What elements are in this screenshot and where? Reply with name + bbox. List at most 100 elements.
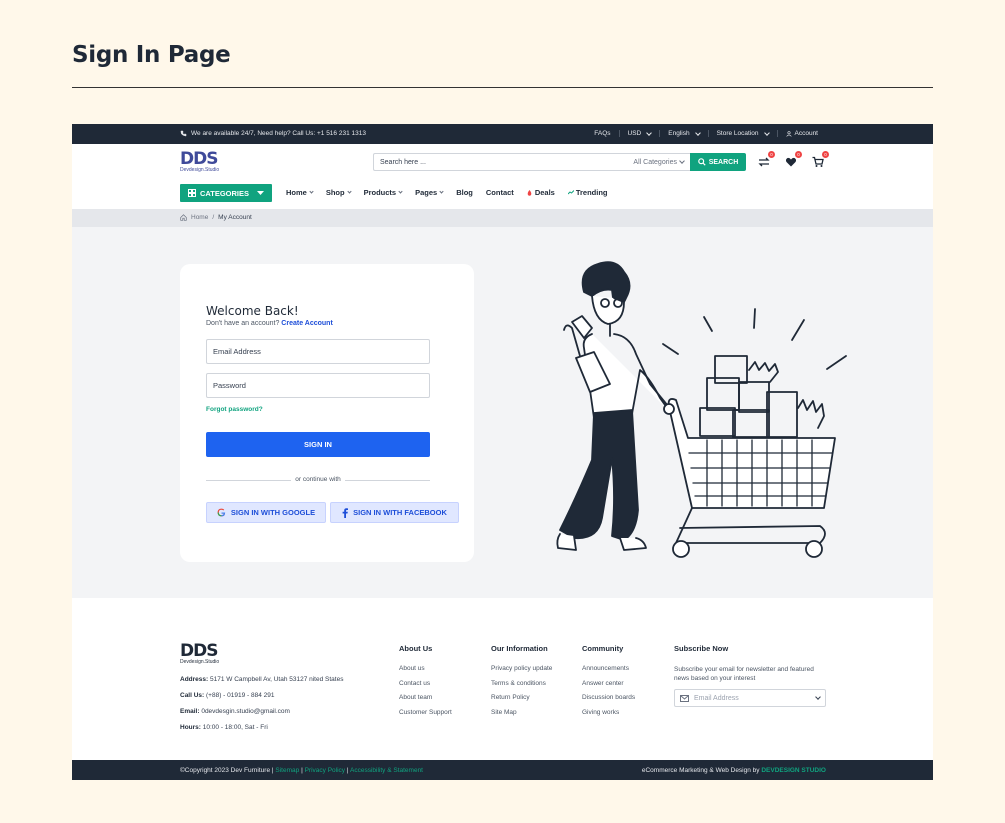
google-icon [217, 508, 226, 517]
credit-text: eCommerce Marketing & Web Design by [641, 767, 760, 774]
footer-email: Email: 0devdesgin.studio@gmail.com [180, 708, 290, 715]
footer-link[interactable]: About team [399, 694, 452, 701]
category-select[interactable]: All Categories [633, 158, 685, 166]
home-icon [180, 214, 187, 221]
footer-column-information: Our Information Privacy policy update Te… [491, 644, 553, 716]
chevron-down-icon [763, 129, 770, 136]
shopping-cart-illustration [556, 261, 847, 558]
nav-products[interactable]: Products [364, 188, 403, 197]
forgot-password-link[interactable]: Forgot password? [206, 406, 263, 413]
nav-home[interactable]: Home [286, 188, 314, 197]
footer-link[interactable]: Customer Support [399, 709, 452, 716]
copyright: ©Copyright 2023 Dev Furniture [180, 767, 271, 774]
nav-shop[interactable]: Shop [326, 188, 352, 197]
email-field[interactable] [206, 339, 430, 364]
sitemap-link[interactable]: Sitemap [275, 767, 299, 774]
privacy-policy-link[interactable]: Privacy Policy [305, 767, 345, 774]
logo[interactable]: DDS Devdesign.Studio [180, 151, 219, 174]
mail-icon [680, 694, 689, 702]
footer-address: Address: 5171 W Campbell Av, Utah 53127 … [180, 676, 344, 683]
footer-link[interactable]: Answer center [582, 680, 635, 687]
wishlist-button[interactable]: 0 [785, 151, 802, 167]
google-sign-in-button[interactable]: SIGN IN WITH GOOGLE [206, 502, 326, 523]
contact-text: We are available 24/7, Need help? Call U… [191, 130, 366, 137]
footer-link[interactable]: About us [399, 665, 452, 672]
nav-blog[interactable]: Blog [456, 188, 473, 197]
account-link[interactable]: Account [776, 130, 827, 137]
chevron-down-icon[interactable] [815, 694, 821, 700]
site-frame: We are available 24/7, Need help? Call U… [72, 124, 933, 780]
chevron-down-icon [646, 129, 653, 136]
wishlist-badge: 0 [795, 151, 802, 158]
faqs-link[interactable]: FAQs [586, 130, 618, 137]
sign-in-button[interactable]: SIGN IN [206, 432, 430, 457]
chevron-down-icon [679, 158, 685, 164]
accessibility-link[interactable]: Accessibility & Statement [350, 767, 423, 774]
top-bar: We are available 24/7, Need help? Call U… [72, 124, 933, 144]
compare-icon [758, 157, 770, 167]
cart-badge: 0 [822, 151, 829, 158]
chevron-down-icon [439, 189, 444, 194]
footer-link[interactable]: Site Map [491, 709, 552, 716]
store-location-select[interactable]: Store Location [707, 129, 777, 137]
categories-button[interactable]: CATEGORIES [180, 184, 272, 202]
user-icon [785, 130, 792, 137]
bottom-bar: ©Copyright 2023 Dev Furniture | Sitemap … [72, 760, 933, 780]
create-account-link[interactable]: Create Account [281, 320, 332, 327]
footer-link[interactable]: Terms & conditions [491, 680, 552, 687]
compare-button[interactable]: 0 [758, 151, 775, 167]
facebook-sign-in-button[interactable]: SIGN IN WITH FACEBOOK [330, 502, 459, 523]
footer-column-about: About Us About us Contact us About team … [399, 644, 452, 716]
chevron-down-icon [309, 189, 314, 194]
footer-link[interactable]: Announcements [582, 665, 635, 672]
search-bar: Search here ... All Categories SEARCH [373, 153, 746, 171]
heart-icon [785, 157, 797, 167]
search-input[interactable]: Search here ... [380, 159, 426, 166]
breadcrumb-home[interactable]: Home [191, 214, 208, 221]
search-icon [697, 158, 706, 166]
main-content: Welcome Back! Don't have an account? Cre… [72, 227, 933, 711]
footer-link[interactable]: Contact us [399, 680, 452, 687]
footer-phone: Call Us: (+88) - 01919 - 884 291 [180, 692, 275, 699]
no-account-text: Don't have an account? [206, 320, 280, 327]
footer-link[interactable]: Privacy policy update [491, 665, 552, 672]
trend-icon [567, 190, 574, 195]
language-select[interactable]: English [659, 129, 707, 137]
nav-contact[interactable]: Contact [486, 188, 514, 197]
facebook-icon [342, 507, 349, 518]
subscribe-email-input[interactable]: Email Address [674, 689, 826, 707]
main-nav: Home Shop Products Pages Blog Contact De… [286, 188, 608, 197]
login-card: Welcome Back! Don't have an account? Cre… [180, 264, 474, 562]
cart-button[interactable]: 0 [812, 151, 829, 167]
nav-deals[interactable]: Deals [527, 188, 555, 197]
search-button[interactable]: SEARCH [690, 153, 746, 171]
flame-icon [527, 189, 532, 196]
currency-select[interactable]: USD [618, 129, 660, 137]
login-heading: Welcome Back! [206, 304, 299, 318]
chevron-down-icon [694, 129, 701, 136]
footer-hours: Hours: 10:00 - 18:00, Sat - Fri [180, 724, 268, 731]
footer-logo[interactable]: DDS Devdesign.Studio [180, 643, 219, 666]
footer-link[interactable]: Discussion boards [582, 694, 635, 701]
cart-icon [812, 156, 824, 167]
phone-icon [180, 130, 187, 137]
title-divider [72, 87, 933, 88]
subscribe-section: Subscribe Now Subscribe your email for n… [674, 644, 826, 707]
footer-link[interactable]: Giving works [582, 709, 635, 716]
footer-link[interactable]: Return Policy [491, 694, 552, 701]
nav-trending[interactable]: Trending [567, 188, 608, 197]
breadcrumb-current: My Account [218, 214, 252, 221]
compare-badge: 0 [768, 151, 775, 158]
chevron-down-icon [398, 189, 403, 194]
footer: DDS Devdesign.Studio Address: 5171 W Cam… [72, 598, 933, 760]
or-divider: or continue with [206, 476, 430, 484]
breadcrumb: Home / My Account [72, 209, 933, 227]
page-title: Sign In Page [72, 42, 231, 68]
footer-column-community: Community Announcements Answer center Di… [582, 644, 636, 716]
password-field[interactable] [206, 373, 430, 398]
grid-icon [187, 189, 196, 197]
credit-brand-link[interactable]: DEVDESIGN STUDIO [761, 767, 826, 774]
chevron-down-icon [346, 189, 352, 194]
caret-down-icon [257, 190, 265, 195]
nav-pages[interactable]: Pages [415, 188, 444, 197]
